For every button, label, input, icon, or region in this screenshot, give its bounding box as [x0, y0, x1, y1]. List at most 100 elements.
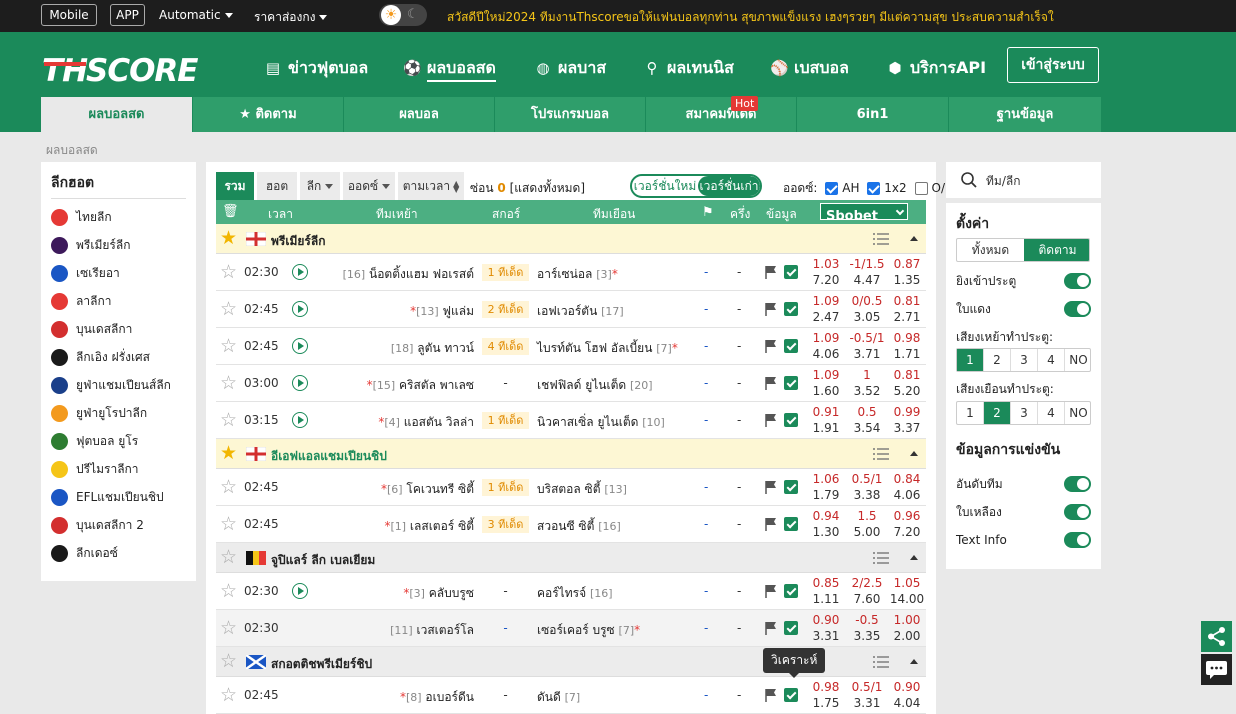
- analysis-check-icon[interactable]: [784, 480, 798, 494]
- away-team[interactable]: เชฟฟิลด์ ยูไนเต็ด [20]: [537, 376, 653, 395]
- match-row[interactable]: ☆ 02:30 [11] เวสเตอร์โล - เซอร์เคอร์ บรูซ [7…: [216, 610, 926, 647]
- analysis-check-icon[interactable]: [784, 413, 798, 427]
- league-name[interactable]: พรีเมียร์ลีก: [271, 232, 325, 251]
- odds-1x2-3[interactable]: 2.71: [887, 310, 927, 324]
- analysis-check-icon[interactable]: [784, 339, 798, 353]
- redcard-toggle[interactable]: [1064, 301, 1091, 317]
- home-sound-1[interactable]: 1: [957, 349, 984, 371]
- odds-ah-1[interactable]: 0.94: [806, 509, 846, 523]
- odds-1x2-2[interactable]: 3.35: [847, 629, 887, 643]
- odds-1x2-3[interactable]: 7.20: [887, 525, 927, 539]
- analysis-check-icon[interactable]: [784, 621, 798, 635]
- textinfo-toggle[interactable]: [1064, 532, 1091, 548]
- hot-league-item[interactable]: ยูฟ่าแชมเปียนส์ลีก: [51, 375, 171, 395]
- odds-1x2-3[interactable]: 14.00: [887, 592, 927, 606]
- odds-ah-2[interactable]: 1: [847, 368, 887, 382]
- home-team[interactable]: *[6] โคเวนทรี ซิตี้: [381, 480, 474, 499]
- odds-1x2-2[interactable]: 5.00: [847, 525, 887, 539]
- timezone-dropdown[interactable]: Automatic: [159, 8, 233, 22]
- home-team[interactable]: *[8] อเบอร์ดีน: [400, 688, 474, 707]
- analysis-check-icon[interactable]: [784, 265, 798, 279]
- odds-1x2-1[interactable]: 1.11: [806, 592, 846, 606]
- odds-ah-2[interactable]: 1.5: [847, 509, 887, 523]
- odds-1x2-2[interactable]: 3.52: [847, 384, 887, 398]
- home-team[interactable]: *[15] คริสตัล พาเลซ: [367, 376, 474, 395]
- analysis-check-icon[interactable]: [784, 517, 798, 531]
- odds-ah-3[interactable]: 1.00: [887, 613, 927, 627]
- tip-badge[interactable]: 1 ทีเด็ด: [482, 412, 529, 429]
- trash-icon[interactable]: 🗑: [222, 204, 239, 219]
- odds-ah-2[interactable]: 2/2.5: [847, 576, 887, 590]
- odds-1x2-3[interactable]: 4.04: [887, 696, 927, 710]
- odds-1x2-3[interactable]: 1.71: [887, 347, 927, 361]
- hot-league-item[interactable]: EFLแชมเปียนชิป: [51, 487, 164, 507]
- nav-live-football[interactable]: ⚽ ผลบอลสด: [403, 56, 496, 82]
- odds-ah-3[interactable]: 0.87: [887, 257, 927, 271]
- list-icon[interactable]: [872, 230, 890, 248]
- hot-league-item[interactable]: ลีกเอิง ฝรั่งเศส: [51, 347, 150, 367]
- away-sound-1[interactable]: 1: [957, 402, 984, 424]
- odds-1x2-2[interactable]: 3.31: [847, 696, 887, 710]
- away-sound-4[interactable]: 4: [1038, 402, 1065, 424]
- flag-icon[interactable]: [764, 517, 778, 531]
- star-outline-icon[interactable]: ☆: [220, 262, 237, 282]
- home-team[interactable]: [16] น็อตติ้งแฮม ฟอเรสต์: [343, 265, 474, 284]
- odds-1x2-2[interactable]: 3.38: [847, 488, 887, 502]
- star-outline-icon[interactable]: ☆: [220, 581, 237, 601]
- tip-badge[interactable]: 2 ทีเด็ด: [482, 301, 529, 318]
- search-box[interactable]: ทีม/ลีก: [946, 162, 1101, 198]
- hot-league-item[interactable]: ลีกเดอซ์: [51, 543, 118, 563]
- app-button[interactable]: APP: [110, 4, 145, 26]
- league-name[interactable]: สกอตติชพรีเมียร์ชิป: [271, 655, 372, 674]
- tip-badge[interactable]: 1 ทีเด็ด: [482, 479, 529, 496]
- star-outline-icon[interactable]: ☆: [220, 685, 237, 705]
- play-icon[interactable]: [292, 412, 308, 428]
- tab-tips[interactable]: สมาคมที่เด็ด: [646, 97, 797, 132]
- thscore-logo[interactable]: TH SCORE: [42, 52, 218, 86]
- play-icon[interactable]: [292, 338, 308, 354]
- match-row[interactable]: ☆ 02:30 *[3] คลับบรูซ - คอร์ไทรจ์ [16] - - 0.85…: [216, 573, 926, 610]
- nav-tennis[interactable]: ⚲ ผลเทนนิส: [643, 56, 734, 81]
- odds-1x2-1[interactable]: 1.79: [806, 488, 846, 502]
- tip-badge[interactable]: 3 ทีเด็ด: [482, 516, 529, 533]
- collapse-icon[interactable]: [910, 555, 918, 560]
- odds-ah-3[interactable]: 0.96: [887, 509, 927, 523]
- login-button[interactable]: เข้าสู่ระบบ: [1007, 47, 1099, 83]
- star-outline-icon[interactable]: ☆: [220, 336, 237, 356]
- seg-all-button[interactable]: ทั้งหมด: [957, 239, 1024, 261]
- odds-ah-1[interactable]: 0.85: [806, 576, 846, 590]
- star-outline-icon[interactable]: ☆: [220, 651, 237, 671]
- odds-ah-3[interactable]: 0.99: [887, 405, 927, 419]
- flag-icon[interactable]: [764, 339, 778, 353]
- home-sound-no[interactable]: NO: [1065, 349, 1092, 371]
- odds-ah-1[interactable]: 1.09: [806, 331, 846, 345]
- flag-icon[interactable]: [764, 480, 778, 494]
- match-row[interactable]: ☆ 02:45 *[13] ฟูแล่ม 2 ทีเด็ด เอฟเวอร์ตัน [1…: [216, 291, 926, 328]
- filter-league-dropdown[interactable]: ลีก: [300, 172, 340, 200]
- hot-league-item[interactable]: บุนเดสลีกา 2: [51, 515, 144, 535]
- odds-ah-1[interactable]: 0.98: [806, 680, 846, 694]
- odds-1x2-3[interactable]: 5.20: [887, 384, 927, 398]
- list-icon[interactable]: [872, 445, 890, 463]
- odds-type-dropdown[interactable]: ราคาส่องกง: [254, 8, 328, 27]
- yellow-toggle[interactable]: [1064, 504, 1091, 520]
- 1x2-checkbox[interactable]: [867, 182, 881, 195]
- tab-6in1[interactable]: 6in1: [797, 97, 949, 132]
- odds-1x2-1[interactable]: 1.30: [806, 525, 846, 539]
- odds-1x2-1[interactable]: 4.06: [806, 347, 846, 361]
- odds-ah-2[interactable]: -0.5/1: [847, 331, 887, 345]
- home-team[interactable]: *[3] คลับบรูซ: [403, 584, 474, 603]
- home-sound-3[interactable]: 3: [1011, 349, 1038, 371]
- star-filled-icon[interactable]: ★: [220, 228, 237, 248]
- play-icon[interactable]: [292, 375, 308, 391]
- away-sound-3[interactable]: 3: [1011, 402, 1038, 424]
- home-sound-4[interactable]: 4: [1038, 349, 1065, 371]
- collapse-icon[interactable]: [910, 451, 918, 456]
- odds-ah-2[interactable]: 0.5: [847, 405, 887, 419]
- odds-ah-2[interactable]: -0.5: [847, 613, 887, 627]
- mobile-button[interactable]: Mobile: [41, 4, 97, 26]
- match-row[interactable]: ☆ 03:15 *[4] แอสตัน วิลล่า 1 ทีเด็ด นิวคาสเซ…: [216, 402, 926, 439]
- odds-1x2-2[interactable]: 3.71: [847, 347, 887, 361]
- hot-league-item[interactable]: บุนเดสลีกา: [51, 319, 132, 339]
- tip-badge[interactable]: 4 ทีเด็ด: [482, 338, 529, 355]
